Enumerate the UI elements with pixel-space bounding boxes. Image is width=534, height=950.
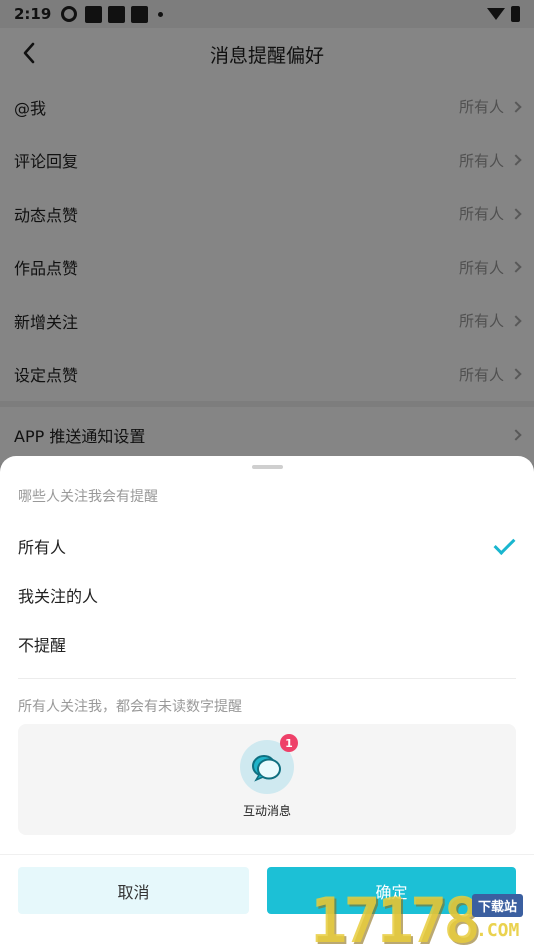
option-everyone[interactable]: 所有人 bbox=[0, 523, 534, 569]
preview-label: 互动消息 bbox=[242, 804, 291, 818]
sheet-question: 哪些人关注我会有提醒 bbox=[18, 489, 158, 505]
sheet-drag-handle[interactable] bbox=[252, 465, 283, 469]
cancel-button[interactable]: 取消 bbox=[18, 867, 249, 914]
follow-reminder-sheet: 哪些人关注我会有提醒 所有人 我关注的人 不提醒 所有人关注我，都会有未读数字提… bbox=[0, 456, 534, 950]
notification-icon bbox=[131, 5, 149, 23]
battery-icon bbox=[511, 6, 520, 22]
chat-bubbles-icon bbox=[252, 755, 281, 782]
notification-icon bbox=[108, 5, 126, 23]
preview-description: 所有人关注我，都会有未读数字提醒 bbox=[18, 699, 242, 715]
option-label: 所有人 bbox=[18, 538, 67, 557]
preview-card: 1 互动消息 bbox=[18, 724, 516, 835]
notification-icon bbox=[85, 5, 103, 23]
status-time: 2:19 bbox=[14, 5, 52, 23]
footer-divider bbox=[0, 854, 534, 855]
sync-icon bbox=[61, 6, 78, 22]
watermark-number: 17178 bbox=[310, 884, 481, 950]
option-people-i-follow[interactable]: 我关注的人 bbox=[0, 572, 534, 618]
divider bbox=[18, 678, 516, 679]
watermark-logo: 17178 下载站 .COM bbox=[310, 880, 534, 950]
more-notifications-icon bbox=[158, 11, 164, 17]
option-no-reminder[interactable]: 不提醒 bbox=[0, 621, 534, 667]
wifi-icon bbox=[487, 8, 505, 20]
option-label: 我关注的人 bbox=[18, 587, 99, 606]
unread-badge: 1 bbox=[280, 734, 298, 752]
option-label: 不提醒 bbox=[18, 636, 67, 655]
check-icon bbox=[494, 535, 516, 557]
watermark-tag: 下载站 bbox=[472, 894, 524, 917]
status-bar: 2:19 bbox=[0, 0, 534, 28]
watermark-domain: .COM bbox=[476, 920, 520, 941]
